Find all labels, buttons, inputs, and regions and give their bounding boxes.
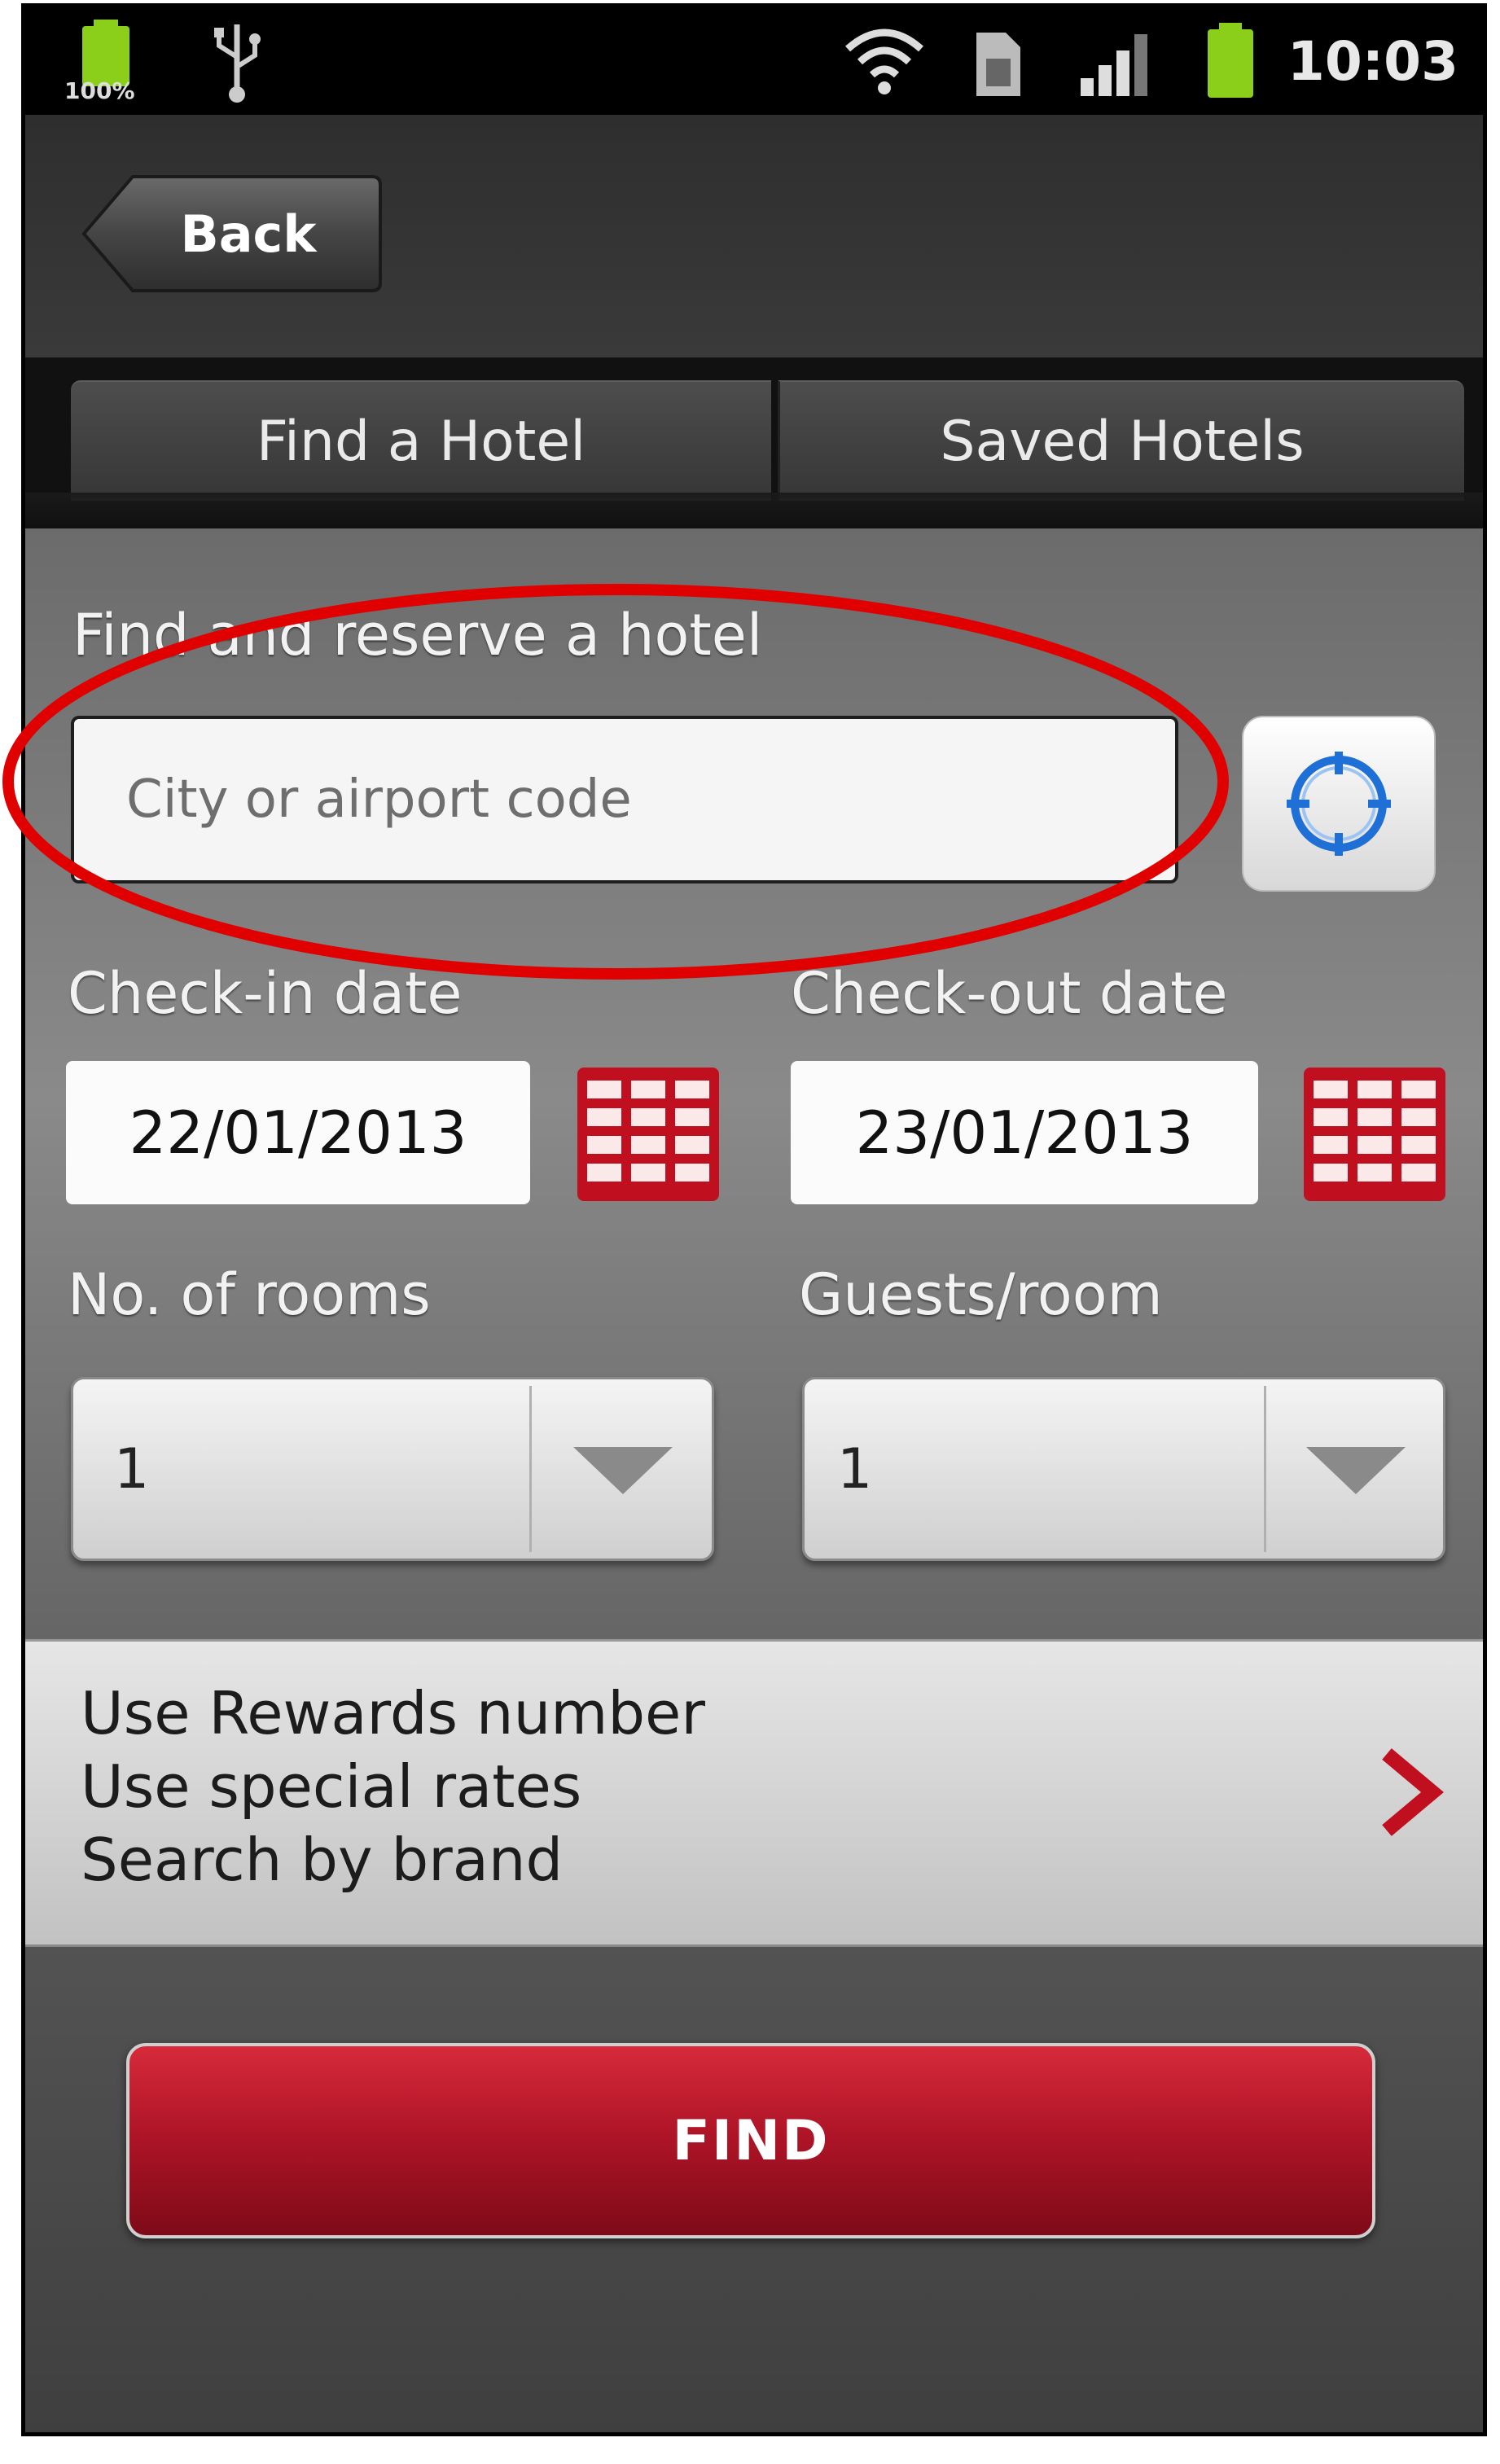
- search-heading: Find and reserve a hotel: [72, 602, 763, 669]
- guests-select[interactable]: 1: [802, 1377, 1445, 1561]
- header-bar: Back: [25, 115, 1483, 359]
- checkin-calendar-icon[interactable]: [576, 1066, 721, 1206]
- back-label: Back: [180, 204, 317, 264]
- city-input-placeholder: City or airport code: [126, 769, 632, 830]
- guests-select-value: 1: [837, 1436, 873, 1502]
- chevron-down-icon: [532, 1379, 714, 1559]
- tab-label: Saved Hotels: [940, 409, 1305, 474]
- back-button[interactable]: Back: [79, 172, 385, 296]
- rooms-label: No. of rooms: [68, 1261, 431, 1328]
- option-special-rates: Use special rates: [81, 1752, 582, 1821]
- crosshair-location-icon: [1287, 752, 1391, 856]
- checkin-date-value: 22/01/2013: [129, 1098, 467, 1167]
- sim-card-icon: [970, 7, 1027, 115]
- option-search-by-brand: Search by brand: [81, 1826, 564, 1894]
- checkout-date-value: 23/01/2013: [855, 1098, 1194, 1167]
- battery-percent: 100%: [64, 77, 135, 104]
- checkout-label: Check-out date: [791, 960, 1228, 1027]
- chevron-right-icon: [1379, 1747, 1444, 1840]
- rooms-select[interactable]: 1: [71, 1377, 714, 1561]
- guests-label: Guests/room: [799, 1261, 1163, 1328]
- phone-screen: 100% 10:03 Back Find a Hotel Saved Hotel…: [21, 3, 1487, 2436]
- tab-label: Find a Hotel: [256, 409, 586, 474]
- checkin-date-field[interactable]: 22/01/2013: [66, 1061, 530, 1204]
- more-options-row[interactable]: Use Rewards number Use special rates Sea…: [25, 1639, 1483, 1947]
- signal-strength-icon: [1076, 7, 1157, 115]
- checkin-label: Check-in date: [68, 960, 463, 1027]
- current-location-button[interactable]: [1242, 716, 1436, 892]
- usb-icon: [204, 7, 270, 115]
- status-time: 10:03: [1287, 29, 1458, 93]
- checkout-date-field[interactable]: 23/01/2013: [791, 1061, 1258, 1204]
- find-button-label: FIND: [672, 2108, 830, 2173]
- tab-shadow: [25, 493, 1483, 525]
- checkout-calendar-icon[interactable]: [1302, 1066, 1447, 1206]
- option-rewards-number: Use Rewards number: [81, 1679, 705, 1747]
- tab-find-a-hotel[interactable]: Find a Hotel: [71, 380, 771, 501]
- chevron-down-icon: [1266, 1379, 1445, 1559]
- status-bar: 100% 10:03: [25, 7, 1483, 115]
- tab-saved-hotels[interactable]: Saved Hotels: [778, 380, 1464, 501]
- find-button[interactable]: FIND: [126, 2043, 1375, 2238]
- wifi-icon: [840, 7, 929, 115]
- rooms-select-value: 1: [114, 1436, 150, 1502]
- battery-icon: [1198, 7, 1263, 115]
- city-airport-input[interactable]: City or airport code: [71, 716, 1178, 883]
